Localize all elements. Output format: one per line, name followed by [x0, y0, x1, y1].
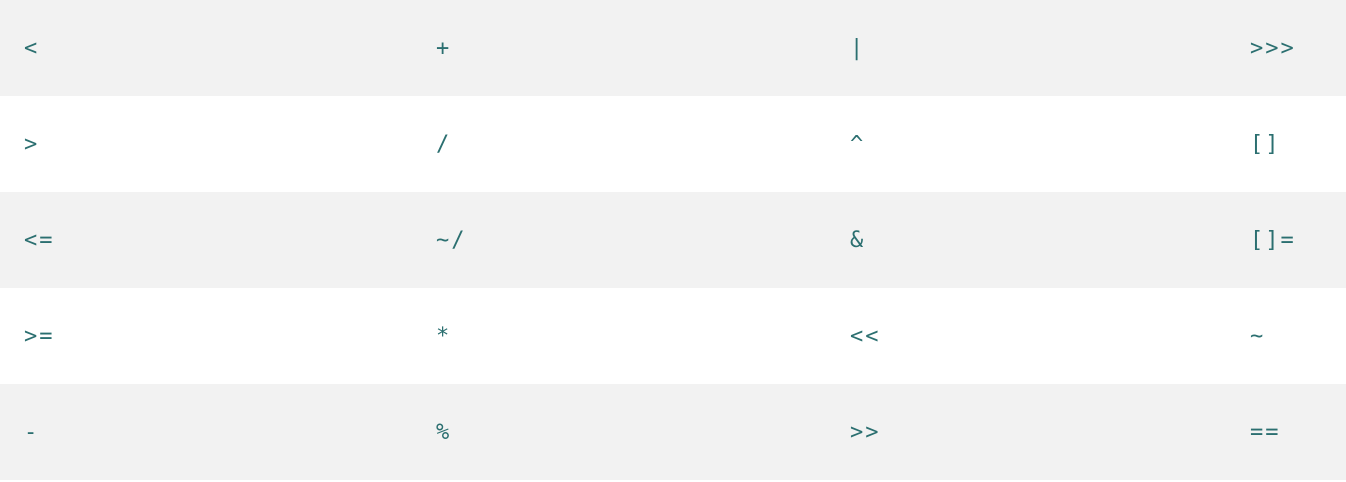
- table-cell: *: [436, 323, 452, 349]
- table-row: < + | >>>: [0, 0, 1346, 96]
- table-cell: >>: [850, 419, 881, 445]
- table-cell: -: [24, 419, 40, 445]
- table-cell: %: [436, 419, 452, 445]
- table-cell: <<: [850, 323, 881, 349]
- table-cell: >: [24, 131, 40, 157]
- table-cell: ^: [850, 131, 866, 157]
- table-cell: ~/: [436, 227, 467, 253]
- table-row: - % >> ==: [0, 384, 1346, 480]
- table-cell: ~: [1250, 323, 1266, 349]
- table-cell: /: [436, 131, 452, 157]
- table-cell: >>>: [1250, 35, 1296, 61]
- table-cell: []=: [1250, 227, 1296, 253]
- table-row: <= ~/ & []=: [0, 192, 1346, 288]
- table-cell: &: [850, 227, 866, 253]
- table-cell: ==: [1250, 419, 1281, 445]
- table-cell: <: [24, 35, 40, 61]
- table-cell: <=: [24, 227, 55, 253]
- table-cell: +: [436, 35, 452, 61]
- table-row: > / ^ []: [0, 96, 1346, 192]
- operator-table: < + | >>> > / ^ [] <= ~/ & []= >= * << ~…: [0, 0, 1346, 480]
- table-cell: []: [1250, 131, 1281, 157]
- table-cell: |: [850, 35, 866, 61]
- table-cell: >=: [24, 323, 55, 349]
- table-row: >= * << ~: [0, 288, 1346, 384]
